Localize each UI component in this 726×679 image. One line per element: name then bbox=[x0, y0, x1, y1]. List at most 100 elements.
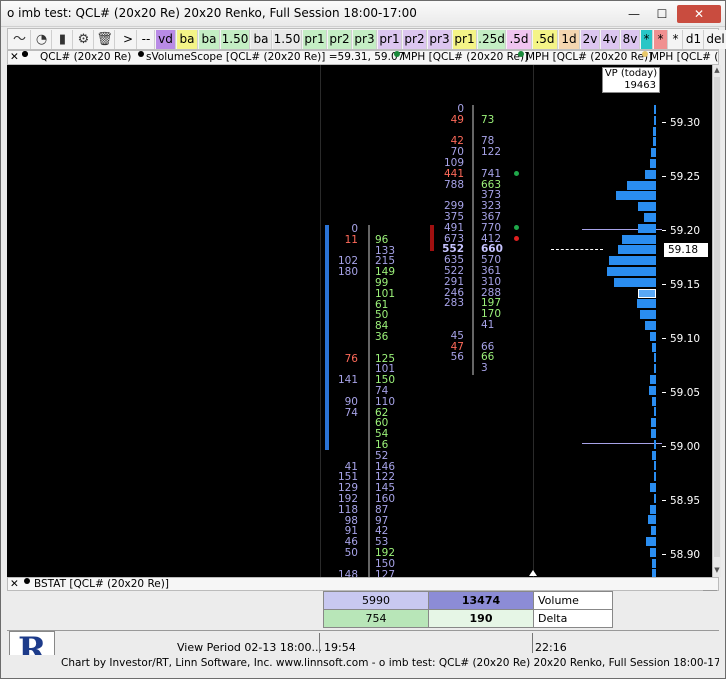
bar-divider bbox=[368, 225, 370, 577]
mph1-label[interactable]: MPH [QCL# (20x20 Re)] bbox=[402, 51, 528, 64]
toolbar-button-25[interactable]: d1 bbox=[684, 30, 704, 49]
price-axis[interactable]: 59.30 59.25 59.20 59.15 59.10 59.05 59.00 58.95… bbox=[662, 65, 712, 577]
maximize-button[interactable]: ☐ bbox=[649, 5, 675, 23]
toolbar-button-17[interactable]: .5d bbox=[533, 30, 558, 49]
price-tick-label: 59.00 bbox=[670, 441, 701, 453]
bid-volume-cell: 76 bbox=[344, 352, 358, 365]
bar-divider bbox=[472, 105, 474, 375]
profile-bar bbox=[651, 429, 656, 438]
vp-today-label: VP (today) bbox=[604, 68, 658, 79]
grid-line bbox=[533, 65, 534, 577]
toolbar-button-26[interactable]: del bbox=[705, 30, 726, 49]
mph2-label[interactable]: MPH [QCL# (20x20 Re)] bbox=[526, 51, 652, 64]
toolbar-button-12[interactable]: pr2 bbox=[403, 30, 427, 49]
profile-bar bbox=[653, 137, 656, 147]
scroll-up-icon[interactable]: ▲ bbox=[713, 65, 721, 75]
toolbar-button-9[interactable]: pr2 bbox=[328, 30, 352, 49]
profile-bar bbox=[654, 105, 656, 114]
bid-volume-cell: 141 bbox=[337, 374, 358, 387]
toolbar-button-3[interactable]: ba bbox=[177, 30, 198, 49]
mph3-label[interactable]: MPH [QCL# (20 bbox=[650, 51, 718, 64]
toolbar-button-20[interactable]: 4v bbox=[601, 30, 620, 49]
profile-bar bbox=[650, 375, 656, 384]
indicator-bar: ✕ QCL# (20x20 Re) sVolumeScope [QCL# (20… bbox=[7, 50, 719, 65]
profile-bar bbox=[614, 277, 656, 287]
profile-bar bbox=[653, 126, 656, 136]
profile-bar bbox=[638, 202, 656, 212]
price-tick-mark bbox=[662, 230, 666, 231]
profile-bar bbox=[651, 418, 656, 428]
toolbar-button-16[interactable]: .5d bbox=[507, 30, 532, 49]
profile-bar bbox=[650, 504, 656, 514]
toolbar-button-11[interactable]: pr1 bbox=[378, 30, 402, 49]
vp-low-line bbox=[582, 443, 662, 444]
delta-cell-b: 190 bbox=[428, 609, 534, 628]
volume-cell-b: 13474 bbox=[428, 591, 534, 610]
scroll-down-icon[interactable]: ▼ bbox=[713, 565, 721, 575]
toolbar-button-8[interactable]: pr1 bbox=[303, 30, 327, 49]
qcl-label[interactable]: QCL# (20x20 Re) bbox=[40, 51, 131, 64]
profile-bar bbox=[653, 407, 656, 417]
vertical-scrollbar[interactable]: ▲ ▼ bbox=[712, 65, 721, 577]
mph-dot-icon bbox=[514, 171, 519, 176]
footprint-chart[interactable]: VP (today) 19463 0 11 96 133 102 215 180 149 99 1… bbox=[7, 65, 662, 577]
bars-icon[interactable]: ▮ bbox=[53, 30, 73, 49]
profile-bar bbox=[652, 569, 656, 577]
vp-today-box: VP (today) 19463 bbox=[602, 67, 660, 93]
toolbar-button-4[interactable]: ba bbox=[199, 30, 220, 49]
volume-scope-label[interactable]: sVolumeScope [QCL# (20x20 Re)] =59.31, 5… bbox=[146, 51, 404, 64]
toolbar-button-22[interactable]: * bbox=[641, 30, 653, 49]
pie-icon[interactable]: ◔ bbox=[32, 30, 52, 49]
toolbar-button-2[interactable]: vd bbox=[156, 30, 176, 49]
toolbar-button-21[interactable]: 8v bbox=[621, 30, 640, 49]
sine-icon[interactable]: 〜 bbox=[9, 30, 31, 49]
time-label-2: 22:16 bbox=[535, 641, 567, 654]
profile-bar bbox=[653, 364, 656, 374]
toolbar-button-24[interactable]: * bbox=[669, 30, 683, 49]
time-axis[interactable]: View Period 02-13 18:00... 19:54 22:16 bbox=[7, 630, 719, 654]
toolbar-button-18[interactable]: 1d bbox=[559, 30, 580, 49]
toolbar: 〜 ◔ ▮ ⚙ 🗑 > -- vd ba ba 1.50 ba 1.50 pr1 pr2 pr3 pr… bbox=[7, 28, 726, 50]
close-button[interactable]: ✕ bbox=[677, 5, 721, 23]
bstat-close-icon[interactable]: ✕ bbox=[10, 578, 19, 590]
profile-bar bbox=[609, 256, 656, 266]
profile-bar bbox=[651, 526, 656, 536]
toolbar-button-5[interactable]: 1.50 bbox=[221, 30, 250, 49]
ask-volume-cell: 127 bbox=[375, 568, 396, 577]
toolbar-button-7[interactable]: 1.50 bbox=[273, 30, 302, 49]
bid-volume-cell: 180 bbox=[337, 266, 358, 279]
profile-bar bbox=[653, 493, 656, 503]
price-tick-mark bbox=[662, 122, 666, 123]
stats-panel: 5990 13474 Volume 754 190 Delta bbox=[7, 591, 719, 629]
toolbar-button-0[interactable]: > bbox=[120, 30, 137, 49]
toolbar-button-23[interactable]: * bbox=[654, 30, 668, 49]
title-bar: o imb test: QCL# (20x20 Re) 20x20 Renko,… bbox=[1, 1, 725, 27]
scroll-thumb[interactable] bbox=[714, 77, 720, 557]
profile-bar bbox=[653, 115, 656, 125]
indicator-close-icon[interactable]: ✕ bbox=[10, 51, 19, 64]
toolbar-button-19[interactable]: 2v bbox=[581, 30, 600, 49]
bid-volume-cell: 11 bbox=[344, 233, 358, 246]
profile-bar bbox=[652, 342, 656, 352]
profile-bar bbox=[650, 547, 656, 557]
toolbar-button-13[interactable]: pr3 bbox=[428, 30, 452, 49]
gear-icon[interactable]: ⚙ bbox=[74, 30, 94, 49]
price-tick-label: 58.95 bbox=[670, 495, 701, 507]
price-tick-label: 59.05 bbox=[670, 387, 701, 399]
trash-icon[interactable]: 🗑 bbox=[95, 30, 115, 49]
toolbar-button-1[interactable]: -- bbox=[138, 30, 155, 49]
time-tick bbox=[319, 633, 320, 653]
toolbar-button-14[interactable]: pr1 bbox=[453, 30, 477, 49]
price-tick-label: 59.25 bbox=[670, 171, 701, 183]
toolbar-button-15[interactable]: .25d bbox=[478, 30, 506, 49]
footer-bar: Chart by Investor/RT, Linn Software, Inc… bbox=[7, 655, 719, 671]
view-period-label[interactable]: View Period 02-13 18:00... bbox=[177, 641, 322, 654]
toolbar-button-6[interactable]: ba bbox=[251, 30, 272, 49]
bstat-label[interactable]: BSTAT [QCL# (20x20 Re)] bbox=[34, 578, 169, 590]
toolbar-button-10[interactable]: pr3 bbox=[353, 30, 377, 49]
minimize-button[interactable]: — bbox=[621, 5, 647, 23]
ask-volume-cell: 3 bbox=[481, 362, 488, 375]
delta-cell-a: 754 bbox=[323, 609, 429, 628]
price-tick-label: 59.15 bbox=[670, 279, 701, 291]
footer-text: Chart by Investor/RT, Linn Software, Inc… bbox=[61, 657, 719, 669]
